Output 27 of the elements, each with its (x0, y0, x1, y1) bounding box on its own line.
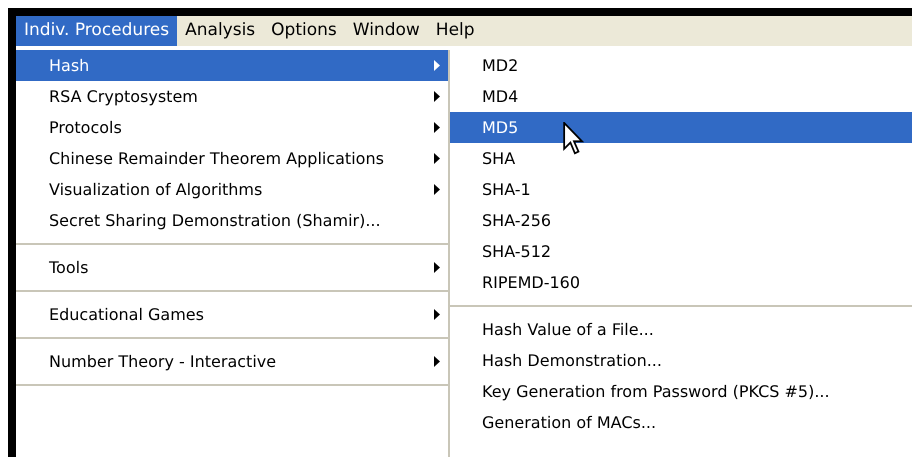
menu-bar-item[interactable]: Help (428, 16, 483, 46)
menu-item[interactable]: Key Generation from Password (PKCS #5)... (450, 376, 912, 407)
menu-item[interactable]: RSA Cryptosystem (16, 81, 448, 112)
menu-item[interactable]: MD5 (450, 112, 912, 143)
menu-bar-item[interactable]: Analysis (177, 16, 264, 46)
menu-bar-item[interactable]: Indiv. Procedures (16, 16, 178, 46)
menu-bar-item[interactable]: Options (263, 16, 345, 46)
menu-item[interactable]: MD4 (450, 81, 912, 112)
menu-item[interactable]: Protocols (16, 112, 448, 143)
menu-item[interactable]: MD2 (450, 50, 912, 81)
menu-item[interactable]: Hash Value of a File... (450, 314, 912, 345)
menu-item[interactable]: Visualization of Algorithms (16, 174, 448, 205)
menu-item[interactable]: Educational Games (16, 299, 448, 330)
menu-item[interactable]: SHA-256 (450, 205, 912, 236)
menu-item[interactable]: Generation of MACs... (450, 407, 912, 438)
menu-item[interactable]: Secret Sharing Demonstration (Shamir)... (16, 205, 448, 236)
menu-item[interactable]: SHA-512 (450, 236, 912, 267)
menu-item[interactable]: Tools (16, 252, 448, 283)
menu-bar-item[interactable]: Window (344, 16, 428, 46)
menu-item[interactable]: Hash Demonstration... (450, 345, 912, 376)
menu-item[interactable]: SHA (450, 143, 912, 174)
menu-item[interactable]: SHA-1 (450, 174, 912, 205)
menu-item[interactable]: Chinese Remainder Theorem Applications (16, 143, 448, 174)
menu-item[interactable]: Hash (16, 50, 448, 81)
mouse-pointer-icon (562, 122, 586, 156)
menu-item[interactable]: Number Theory - Interactive (16, 346, 448, 377)
menu-item[interactable]: RIPEMD-160 (450, 267, 912, 298)
